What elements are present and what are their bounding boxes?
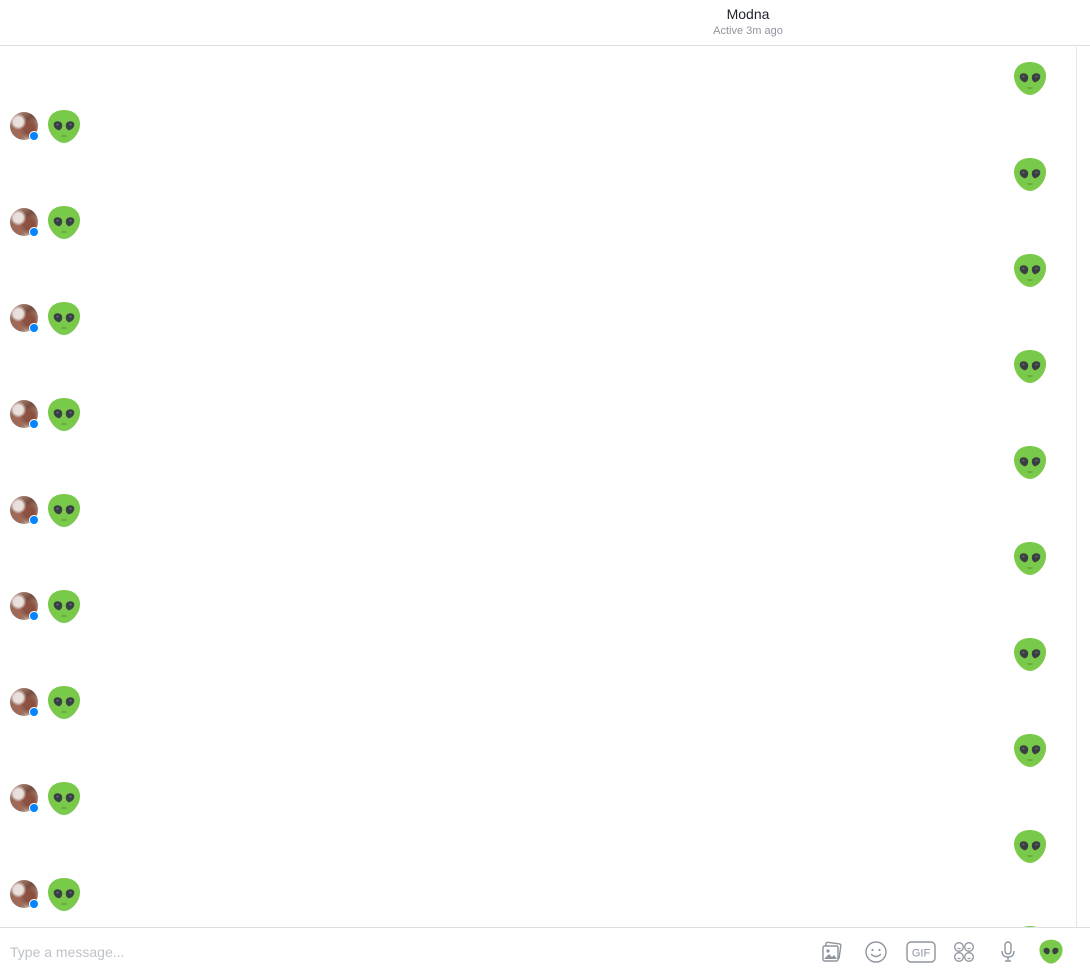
messenger-badge-icon [29, 611, 39, 621]
contact-avatar[interactable] [10, 688, 39, 717]
alien-emoji-icon [1013, 445, 1047, 481]
sent-message[interactable] [1013, 157, 1047, 193]
message-thread[interactable] [0, 47, 1076, 927]
sent-message[interactable] [1013, 445, 1047, 481]
message-input[interactable] [6, 940, 794, 964]
alien-emoji-icon [1013, 733, 1047, 769]
contact-avatar[interactable] [10, 304, 39, 333]
alien-emoji-icon [47, 781, 81, 817]
received-message[interactable] [10, 685, 82, 721]
sent-message[interactable] [1013, 637, 1047, 673]
alien-emoji-icon [47, 493, 81, 529]
alien-emoji-icon [1013, 637, 1047, 673]
messenger-window: Modna Active 3m ago GIF [0, 0, 1090, 976]
messenger-badge-icon [29, 803, 39, 813]
contact-avatar[interactable] [10, 592, 39, 621]
received-message[interactable] [10, 589, 82, 625]
alien-emoji-icon [1013, 349, 1047, 385]
sent-message[interactable] [1013, 733, 1047, 769]
message-composer: GIF [0, 927, 1090, 976]
contact-name[interactable]: Modna [648, 6, 848, 22]
photo-icon[interactable] [820, 940, 844, 964]
messenger-badge-icon [29, 515, 39, 525]
gif-icon[interactable]: GIF [906, 940, 936, 964]
received-message[interactable] [10, 109, 82, 145]
messenger-badge-icon [29, 227, 39, 237]
sent-message[interactable] [1013, 541, 1047, 577]
alien-emoji-icon [1013, 61, 1047, 97]
alien-emoji-icon [1013, 253, 1047, 289]
contact-avatar[interactable] [10, 880, 39, 909]
sticker-icon[interactable] [952, 940, 976, 964]
sent-message[interactable] [1013, 61, 1047, 97]
contact-avatar[interactable] [10, 784, 39, 813]
alien-emoji-icon [47, 205, 81, 241]
alien-emoji-icon [47, 301, 81, 337]
alien-emoji-send-icon[interactable] [1038, 939, 1064, 965]
sent-message[interactable] [1013, 253, 1047, 289]
active-status: Active 3m ago [713, 25, 783, 37]
messenger-badge-icon [29, 707, 39, 717]
scrollbar-track[interactable] [1076, 47, 1077, 927]
received-message[interactable] [10, 205, 82, 241]
contact-avatar[interactable] [10, 496, 39, 525]
received-message[interactable] [10, 781, 82, 817]
conversation-header: Modna Active 3m ago [0, 0, 1090, 46]
alien-emoji-icon [47, 877, 81, 913]
messenger-badge-icon [29, 131, 39, 141]
emoji-icon[interactable] [864, 940, 888, 964]
sent-message[interactable] [1013, 829, 1047, 865]
contact-avatar[interactable] [10, 400, 39, 429]
alien-emoji-icon [1013, 541, 1047, 577]
alien-emoji-icon [47, 109, 81, 145]
gif-label: GIF [912, 948, 931, 960]
contact-avatar[interactable] [10, 208, 39, 237]
alien-emoji-icon [47, 685, 81, 721]
messenger-badge-icon [29, 899, 39, 909]
contact-avatar[interactable] [10, 112, 39, 141]
alien-emoji-icon [1013, 829, 1047, 865]
received-message[interactable] [10, 301, 82, 337]
microphone-icon[interactable] [996, 940, 1020, 964]
received-message[interactable] [10, 493, 82, 529]
alien-emoji-icon [47, 589, 81, 625]
received-message[interactable] [10, 397, 82, 433]
messenger-badge-icon [29, 419, 39, 429]
alien-emoji-icon [47, 397, 81, 433]
sent-message[interactable] [1013, 349, 1047, 385]
received-message[interactable] [10, 877, 82, 913]
alien-emoji-icon [1013, 157, 1047, 193]
messenger-badge-icon [29, 323, 39, 333]
